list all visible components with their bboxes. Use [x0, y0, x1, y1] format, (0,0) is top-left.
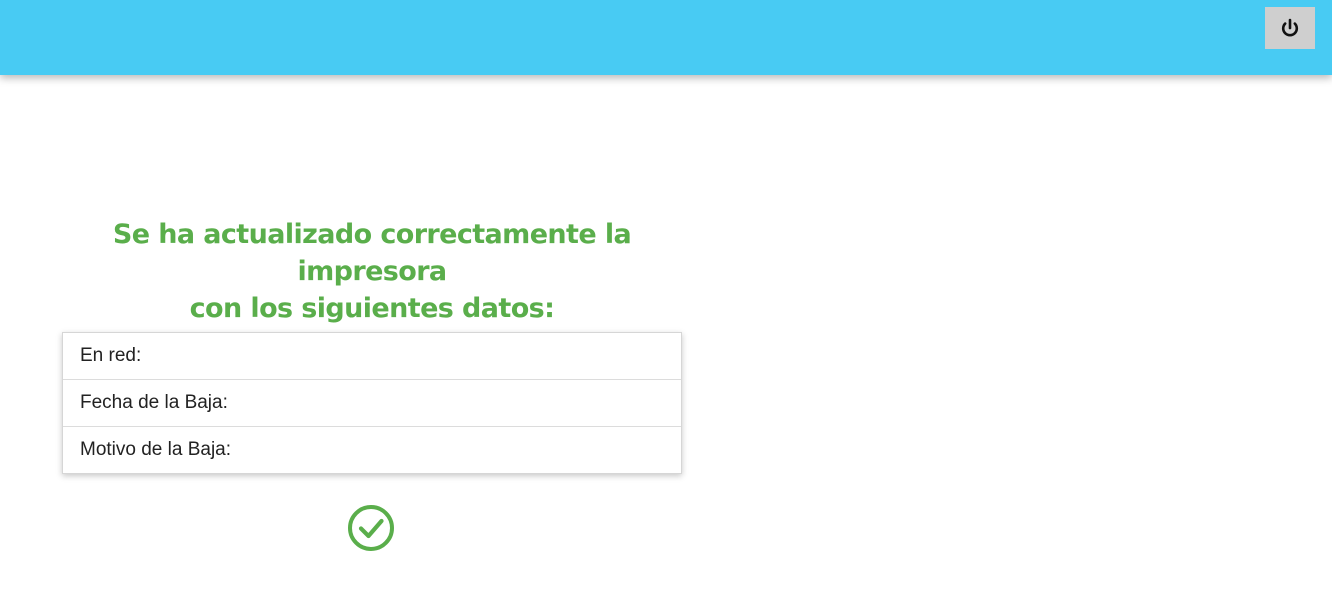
- list-item-motivo-baja: Motivo de la Baja:: [80, 439, 232, 460]
- check-circle-icon: [347, 504, 395, 552]
- title-line-1: Se ha actualizado correctamente la impre…: [112, 219, 632, 287]
- logout-button[interactable]: [1265, 7, 1315, 49]
- success-message-title: Se ha actualizado correctamente la impre…: [62, 216, 682, 327]
- list-item-en-red: En red:: [63, 333, 681, 380]
- printer-data-list: En red: Fecha de la Baja: Motivo de la B…: [62, 332, 682, 474]
- title-line-2: con los siguientes datos:: [189, 293, 555, 324]
- power-icon: [1280, 18, 1300, 38]
- top-navbar: [0, 0, 1332, 75]
- list-item-fecha-baja: Fecha de la Baja:: [63, 380, 681, 427]
